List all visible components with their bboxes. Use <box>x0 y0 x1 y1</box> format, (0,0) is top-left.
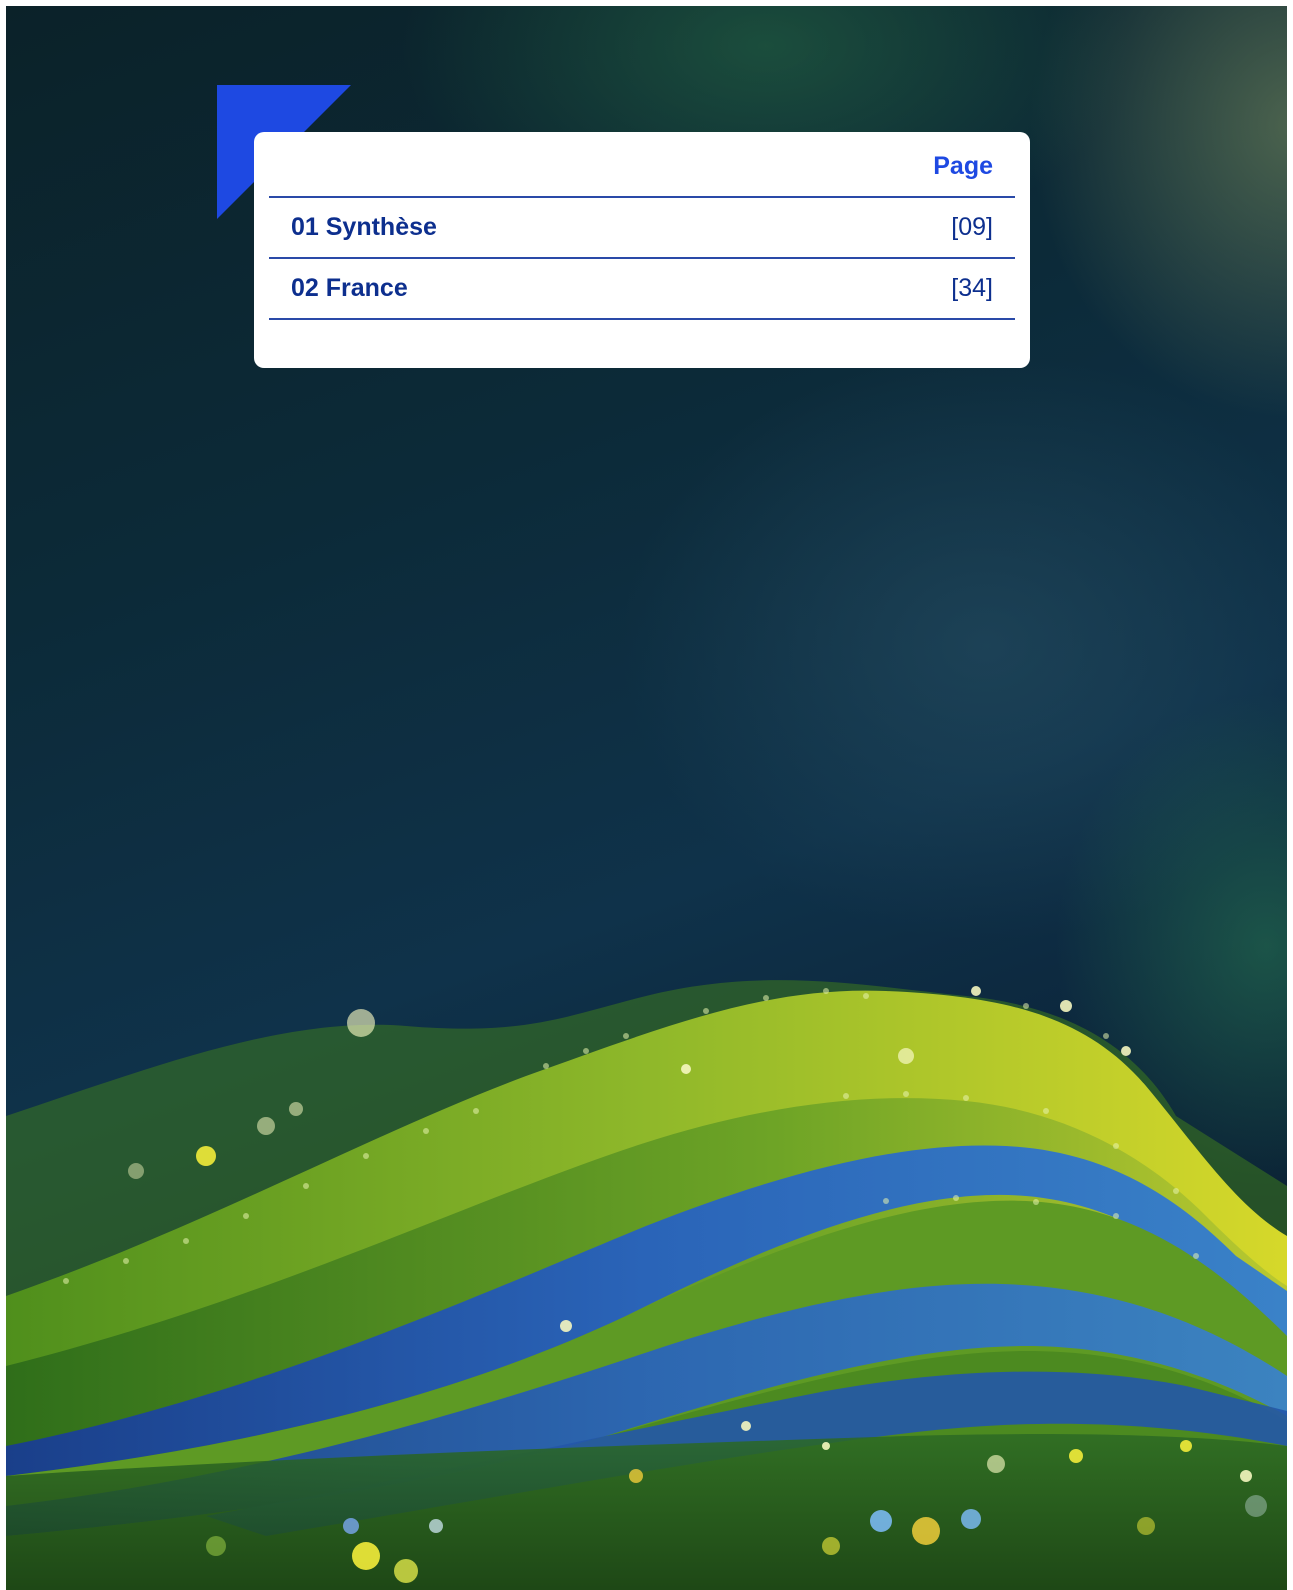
toc-header: Page <box>269 132 1015 198</box>
page: Page 01 Synthèse [09] 02 France [34] <box>6 6 1287 1590</box>
toc-entry-page-number: [09] <box>951 213 993 241</box>
table-of-contents-card: Page 01 Synthèse [09] 02 France [34] <box>254 132 1030 368</box>
toc-entry-title[interactable]: 02 France <box>291 274 408 303</box>
toc-entry-title[interactable]: 01 Synthèse <box>291 213 437 242</box>
toc-entry-synthese[interactable]: 01 Synthèse [09] <box>269 198 1015 259</box>
toc-entry-page-number: [34] <box>951 274 993 302</box>
toc-page-column-label: Page <box>933 152 993 180</box>
toc-entry-france[interactable]: 02 France [34] <box>269 259 1015 320</box>
